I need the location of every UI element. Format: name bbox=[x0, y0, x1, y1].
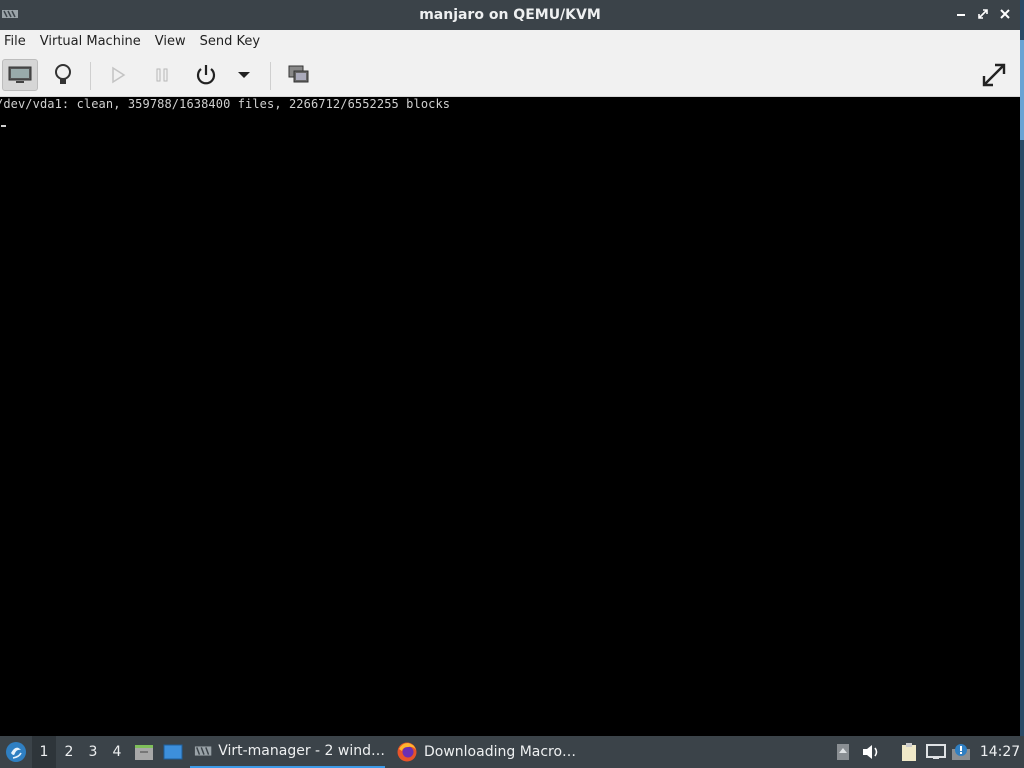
console-cursor bbox=[1, 125, 6, 127]
close-button[interactable] bbox=[996, 4, 1014, 24]
maximize-icon bbox=[978, 9, 988, 19]
task-label: Downloading Macro… bbox=[424, 744, 577, 760]
menu-bar: File Virtual Machine View Send Key bbox=[0, 30, 1020, 54]
network-icon bbox=[926, 744, 946, 759]
vm-console-display[interactable]: /dev/vda1: clean, 359788/1638400 files, … bbox=[0, 97, 1020, 736]
tray-expander[interactable] bbox=[832, 736, 854, 768]
virt-manager-icon bbox=[2, 8, 18, 20]
power-icon bbox=[196, 65, 216, 85]
folder-icon bbox=[135, 745, 153, 760]
clipboard-tray[interactable] bbox=[898, 736, 920, 768]
volume-icon bbox=[863, 745, 878, 759]
menu-send-key[interactable]: Send Key bbox=[196, 30, 266, 54]
snapshots-icon bbox=[288, 65, 309, 83]
start-menu-icon bbox=[6, 742, 26, 762]
console-monitor-icon bbox=[8, 66, 32, 83]
update-notification-icon bbox=[952, 744, 970, 760]
task-firefox[interactable]: Downloading Macro… bbox=[392, 736, 577, 768]
fullscreen-button[interactable] bbox=[976, 59, 1012, 91]
window-title: manjaro on QEMU/KVM bbox=[419, 7, 601, 23]
firefox-icon bbox=[397, 742, 417, 762]
task-virt-manager[interactable]: Virt-manager - 2 wind… bbox=[190, 736, 385, 768]
volume-tray[interactable] bbox=[860, 736, 882, 768]
power-button[interactable] bbox=[188, 59, 224, 91]
show-desktop-button[interactable] bbox=[162, 736, 184, 768]
details-lightbulb-icon bbox=[55, 64, 71, 84]
task-label: Virt-manager - 2 wind… bbox=[218, 743, 385, 759]
file-manager-launcher[interactable] bbox=[133, 736, 155, 768]
power-menu-chevron-icon bbox=[238, 72, 250, 78]
workspace-1[interactable]: 1 bbox=[32, 736, 56, 768]
network-tray[interactable] bbox=[925, 736, 947, 768]
notification-tray[interactable] bbox=[950, 736, 972, 768]
tray-up-arrow-icon bbox=[837, 744, 849, 760]
window-titlebar[interactable]: manjaro on QEMU/KVM bbox=[0, 0, 1020, 30]
pause-button[interactable] bbox=[144, 59, 180, 91]
workspace-4[interactable]: 4 bbox=[105, 736, 129, 768]
clock[interactable]: 14:27 bbox=[978, 736, 1022, 768]
clipboard-icon bbox=[902, 743, 916, 761]
taskbar: 1 2 3 4 Virt-manager - 2 wind… Downloadi… bbox=[0, 736, 1024, 768]
console-button[interactable] bbox=[2, 59, 38, 91]
start-menu-button[interactable] bbox=[4, 736, 28, 768]
close-icon bbox=[1000, 9, 1010, 19]
virt-manager-icon bbox=[194, 746, 212, 756]
power-menu-button[interactable] bbox=[226, 59, 262, 91]
menu-view[interactable]: View bbox=[151, 30, 192, 54]
console-boot-line: /dev/vda1: clean, 359788/1638400 files, … bbox=[0, 97, 451, 111]
workspace-2[interactable]: 2 bbox=[57, 736, 81, 768]
minimize-icon bbox=[957, 14, 965, 16]
maximize-button[interactable] bbox=[974, 4, 992, 24]
snapshots-button[interactable] bbox=[281, 59, 317, 91]
run-play-icon bbox=[112, 66, 126, 84]
minimize-button[interactable] bbox=[952, 4, 970, 24]
pause-icon bbox=[156, 68, 168, 82]
details-button[interactable] bbox=[45, 59, 81, 91]
toolbar bbox=[0, 54, 1020, 97]
fullscreen-icon bbox=[982, 63, 1006, 87]
menu-virtual-machine[interactable]: Virtual Machine bbox=[36, 30, 147, 54]
run-button[interactable] bbox=[100, 59, 136, 91]
desktop-icon bbox=[163, 744, 183, 760]
workspace-3[interactable]: 3 bbox=[81, 736, 105, 768]
desktop-edge bbox=[1020, 0, 1024, 736]
menu-file[interactable]: File bbox=[0, 30, 32, 54]
